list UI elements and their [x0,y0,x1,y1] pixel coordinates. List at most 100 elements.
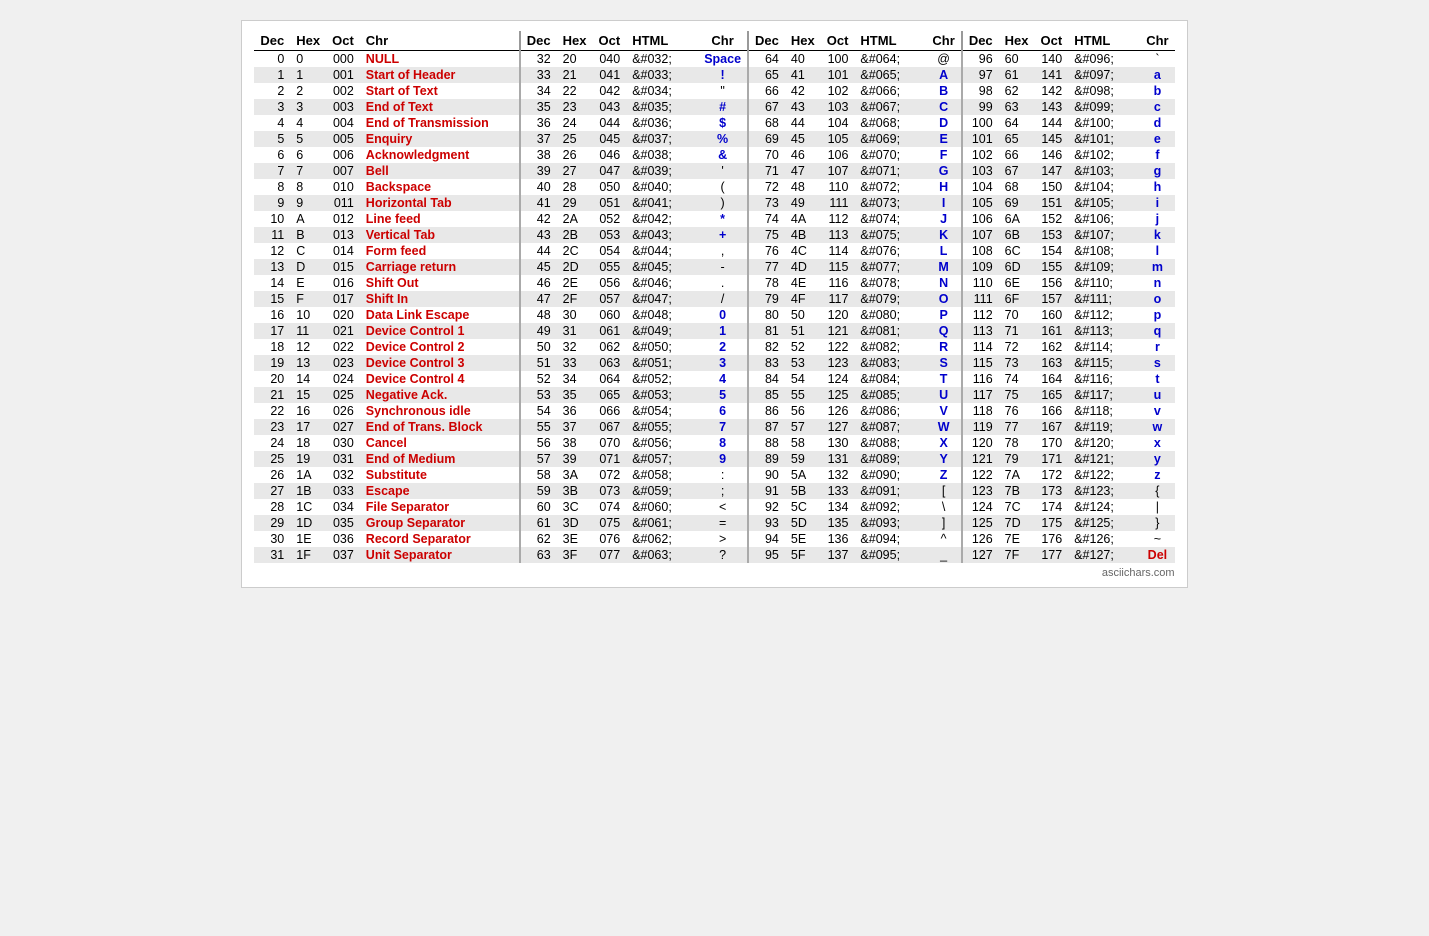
cell-oct3: 116 [821,275,855,291]
cell-hex2: 3E [557,531,593,547]
cell-chr2: ! [698,67,748,83]
cell-oct3: 112 [821,211,855,227]
cell-dec2: 63 [520,547,557,563]
cell-hex3: 4D [785,259,821,275]
cell-oct3: 104 [821,115,855,131]
cell-oct: 011 [326,195,360,211]
cell-chr3: N [926,275,961,291]
cell-chr2: = [698,515,748,531]
cell-hex2: 24 [557,115,593,131]
cell-hex3: 45 [785,131,821,147]
cell-chr2: 7 [698,419,748,435]
cell-html2: &#063; [626,547,698,563]
cell-hex2: 2F [557,291,593,307]
cell-chr3: E [926,131,961,147]
cell-dec2: 45 [520,259,557,275]
cell-chr4: ~ [1140,531,1174,547]
header-html-3: HTML [854,31,926,51]
cell-chr3: B [926,83,961,99]
cell-oct3: 102 [821,83,855,99]
ascii-table: Dec Hex Oct Chr Dec Hex Oct HTML Chr Dec… [254,31,1174,563]
cell-hex4: 64 [999,115,1035,131]
cell-dec2: 42 [520,211,557,227]
footer-text: asciichars.com [254,567,1174,579]
cell-name: End of Text [360,99,520,115]
cell-hex3: 48 [785,179,821,195]
cell-html4: &#120; [1068,435,1140,451]
cell-dec2: 33 [520,67,557,83]
cell-hex: 16 [290,403,326,419]
cell-dec4: 120 [962,435,999,451]
cell-hex3: 58 [785,435,821,451]
cell-dec: 1 [254,67,290,83]
cell-chr4: s [1140,355,1174,371]
cell-hex: 14 [290,371,326,387]
cell-oct2: 065 [593,387,627,403]
cell-hex4: 70 [999,307,1035,323]
cell-chr4: t [1140,371,1174,387]
cell-html3: &#070; [854,147,926,163]
cell-oct: 004 [326,115,360,131]
header-dec-1: Dec [254,31,290,51]
table-row: 55005Enquiry3725045&#037;%6945105&#069;E… [254,131,1174,147]
cell-chr3: D [926,115,961,131]
cell-oct3: 114 [821,243,855,259]
cell-html2: &#054; [626,403,698,419]
cell-html3: &#083; [854,355,926,371]
cell-hex: 3 [290,99,326,115]
cell-dec4: 122 [962,467,999,483]
cell-hex: 4 [290,115,326,131]
cell-name: Escape [360,483,520,499]
cell-hex2: 21 [557,67,593,83]
cell-html3: &#094; [854,531,926,547]
cell-hex2: 31 [557,323,593,339]
cell-dec4: 124 [962,499,999,515]
cell-oct4: 150 [1035,179,1069,195]
cell-hex: 6 [290,147,326,163]
cell-dec3: 67 [748,99,785,115]
cell-oct4: 163 [1035,355,1069,371]
cell-name: Line feed [360,211,520,227]
cell-oct2: 053 [593,227,627,243]
cell-dec3: 68 [748,115,785,131]
cell-name: Shift Out [360,275,520,291]
cell-hex3: 56 [785,403,821,419]
cell-hex4: 6C [999,243,1035,259]
cell-dec3: 79 [748,291,785,307]
cell-oct3: 101 [821,67,855,83]
cell-hex4: 76 [999,403,1035,419]
cell-oct2: 057 [593,291,627,307]
cell-html3: &#065; [854,67,926,83]
cell-html3: &#071; [854,163,926,179]
cell-html3: &#067; [854,99,926,115]
cell-dec2: 54 [520,403,557,419]
cell-hex3: 59 [785,451,821,467]
cell-dec4: 109 [962,259,999,275]
cell-dec: 10 [254,211,290,227]
cell-chr4: j [1140,211,1174,227]
cell-hex2: 3C [557,499,593,515]
cell-hex4: 60 [999,51,1035,68]
cell-hex3: 5B [785,483,821,499]
cell-oct4: 141 [1035,67,1069,83]
cell-dec3: 95 [748,547,785,563]
cell-hex3: 53 [785,355,821,371]
cell-hex2: 32 [557,339,593,355]
cell-hex2: 36 [557,403,593,419]
cell-html3: &#085; [854,387,926,403]
cell-dec3: 88 [748,435,785,451]
cell-hex3: 42 [785,83,821,99]
cell-html2: &#046; [626,275,698,291]
cell-html4: &#099; [1068,99,1140,115]
cell-dec4: 113 [962,323,999,339]
cell-hex: 17 [290,419,326,435]
cell-hex3: 47 [785,163,821,179]
cell-hex: B [290,227,326,243]
cell-dec4: 99 [962,99,999,115]
cell-dec: 31 [254,547,290,563]
cell-html4: &#105; [1068,195,1140,211]
cell-hex4: 68 [999,179,1035,195]
cell-name: File Separator [360,499,520,515]
cell-html4: &#115; [1068,355,1140,371]
cell-hex4: 7A [999,467,1035,483]
